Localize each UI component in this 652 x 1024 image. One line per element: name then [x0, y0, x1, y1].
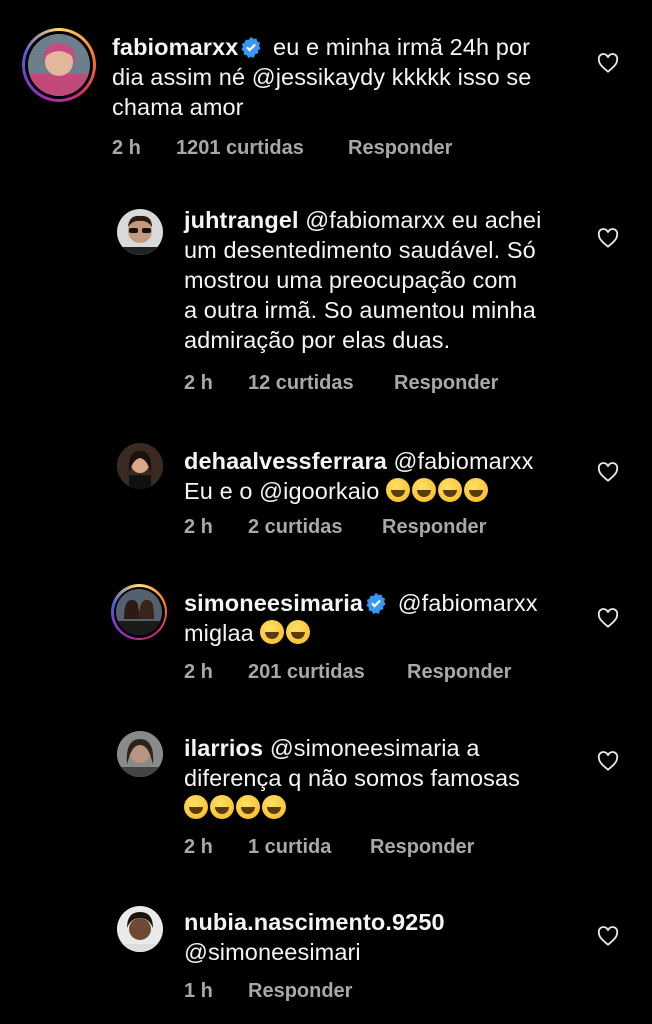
- avatar[interactable]: [28, 34, 90, 96]
- username[interactable]: ilarrios: [184, 735, 263, 761]
- comment-body: fabiomarxx eu e minha irmã 24h por dia a…: [112, 32, 592, 122]
- avatar[interactable]: [116, 589, 162, 635]
- comment-meta: 2 h 12 curtidas Responder: [184, 372, 584, 396]
- heart-icon[interactable]: [597, 608, 619, 628]
- profile-photo-icon: [28, 34, 90, 96]
- timestamp: 2 h: [184, 516, 213, 538]
- likes-count[interactable]: 1 curtida: [248, 836, 331, 859]
- reply-button[interactable]: Responder: [407, 661, 511, 684]
- username[interactable]: simoneesimaria: [184, 590, 363, 616]
- heart-icon[interactable]: [597, 751, 619, 771]
- reply-button[interactable]: Responder: [248, 980, 352, 1003]
- comment-text-line: a outra irmã. So aumentou minha: [184, 297, 536, 323]
- likes-count[interactable]: 12 curtidas: [248, 372, 354, 395]
- avatar[interactable]: [117, 443, 163, 489]
- comment-text-line: Eu e o @igoorkaio: [184, 478, 380, 504]
- heart-icon[interactable]: [597, 53, 619, 73]
- comment-body: simoneesimaria @fabiomarxx miglaa: [184, 588, 604, 648]
- rolling-on-floor-laughing-emoji: [464, 478, 489, 502]
- rolling-on-floor-laughing-emoji: [438, 478, 463, 502]
- comment-meta: 2 h 1201 curtidas Responder: [112, 137, 512, 161]
- comment-text-line: @fabiomarxx: [393, 448, 534, 474]
- rolling-on-floor-laughing-emoji: [386, 478, 411, 502]
- comment-meta: 2 h 201 curtidas Responder: [184, 661, 584, 685]
- profile-photo-icon: [117, 731, 163, 777]
- comment-text-line: @simoneesimari: [184, 939, 361, 965]
- grinning-sweat-emoji: [260, 620, 285, 644]
- comment-body: nubia.nascimento.9250 @simoneesimari: [184, 907, 604, 967]
- grinning-sweat-emoji: [262, 795, 286, 819]
- comment-text-line: um desentedimento saudável. Só: [184, 237, 536, 263]
- grinning-sweat-emoji: [236, 795, 260, 819]
- grinning-sweat-emoji: [184, 795, 208, 819]
- likes-count[interactable]: 201 curtidas: [248, 661, 365, 684]
- profile-photo-icon: [116, 589, 162, 635]
- heart-icon[interactable]: [597, 926, 619, 946]
- heart-icon[interactable]: [597, 228, 619, 248]
- timestamp: 2 h: [184, 836, 213, 858]
- profile-photo-icon: [117, 906, 163, 952]
- timestamp: 2 h: [184, 372, 213, 394]
- reply-button[interactable]: Responder: [348, 137, 452, 160]
- timestamp: 2 h: [184, 661, 213, 683]
- username[interactable]: nubia.nascimento.9250: [184, 909, 445, 935]
- avatar[interactable]: [117, 209, 163, 255]
- comment-meta: 1 h Responder: [184, 980, 584, 1004]
- avatar[interactable]: [117, 731, 163, 777]
- reply-button[interactable]: Responder: [394, 372, 498, 395]
- heart-icon[interactable]: [597, 462, 619, 482]
- grinning-sweat-emoji: [210, 795, 234, 819]
- comment-text-line: chama amor: [112, 94, 244, 120]
- username[interactable]: juhtrangel: [184, 207, 299, 233]
- comment-text-line: eu e minha irmã 24h por: [273, 34, 531, 60]
- comment-body: juhtrangel @fabiomarxx eu achei um desen…: [184, 205, 604, 355]
- comment-body: ilarrios @simoneesimaria a diferença q n…: [184, 733, 604, 823]
- verified-badge-icon: [240, 35, 262, 58]
- reply-button[interactable]: Responder: [382, 516, 486, 539]
- reply-button[interactable]: Responder: [370, 836, 474, 859]
- comment-text-line: miglaa: [184, 620, 254, 646]
- comment-text-line: @simoneesimaria a: [269, 735, 480, 761]
- verified-badge-icon: [365, 591, 387, 614]
- comment-body: dehaalvessferrara @fabiomarxx Eu e o @ig…: [184, 446, 604, 506]
- likes-count[interactable]: 1201 curtidas: [176, 137, 304, 160]
- comment-text-line: mostrou uma preocupação com: [184, 267, 518, 293]
- profile-photo-icon: [117, 443, 163, 489]
- timestamp: 1 h: [184, 980, 213, 1002]
- timestamp: 2 h: [112, 137, 141, 159]
- rolling-on-floor-laughing-emoji: [412, 478, 437, 502]
- grinning-sweat-emoji: [286, 620, 311, 644]
- likes-count[interactable]: 2 curtidas: [248, 516, 342, 539]
- comment-text-line: dia assim né @jessikaydy kkkkk isso se: [112, 64, 532, 90]
- comment-text-line: admiração por elas duas.: [184, 327, 451, 353]
- comment-text-line: @fabiomarxx: [397, 590, 538, 616]
- avatar[interactable]: [117, 906, 163, 952]
- username[interactable]: dehaalvessferrara: [184, 448, 387, 474]
- comment-text-line: diferença q não somos famosas: [184, 765, 520, 791]
- profile-photo-icon: [117, 209, 163, 255]
- comment-meta: 2 h 1 curtida Responder: [184, 836, 584, 860]
- username[interactable]: fabiomarxx: [112, 34, 238, 60]
- comment-text-line: @fabiomarxx eu achei: [305, 207, 542, 233]
- comment-meta: 2 h 2 curtidas Responder: [184, 516, 584, 540]
